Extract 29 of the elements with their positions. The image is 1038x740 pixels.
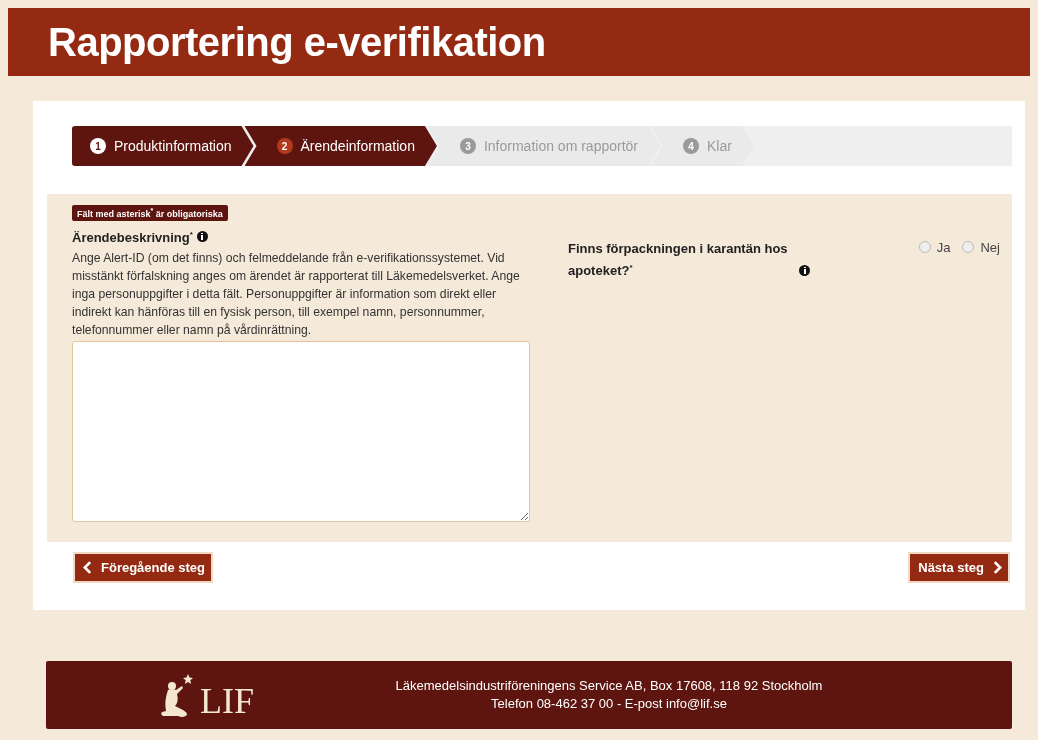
question-label: Finns förpackningen i karantän hos apoteket?$^{*}$ bbox=[568, 240, 789, 281]
step-number-badge: 2 bbox=[276, 138, 293, 154]
step-number-badge: 1 bbox=[90, 138, 106, 154]
footer-address: Läkemedelsindustriföreningens Service AB, Box 17608, 118 92 Stockholm bbox=[395, 677, 823, 695]
radio-label[interactable]: Nej bbox=[980, 239, 1000, 255]
logo-text: LIF bbox=[200, 684, 254, 718]
step-number-badge: 4 bbox=[683, 138, 699, 154]
previous-step-button[interactable]: Föregående steg bbox=[73, 552, 214, 583]
description-field[interactable] bbox=[72, 341, 530, 522]
next-step-button[interactable]: Nästa steg bbox=[908, 552, 1010, 583]
step-label: Information om rapportör bbox=[483, 138, 638, 154]
radio-button[interactable] bbox=[918, 241, 931, 253]
info-icon[interactable] bbox=[196, 231, 208, 243]
info-icon[interactable] bbox=[799, 265, 810, 277]
step-number-badge: 3 bbox=[459, 138, 476, 154]
required-fields-note: Fält med asterisk$^{*}$ är obligatoriska bbox=[72, 205, 228, 221]
field-help-text: Ange Alert-ID (om det finns) och felmeddelande från e-verifikationssystemet. Vid misstänkt förfalskning anges om ärendet är rapporterat till Läkemedelsverket. Ange inga personuppgifter i detta fält. Personuppgifter är information som direkt eller indirekt kan hänföras till en fysisk person, till exempel namn, personnummer, telefonnummer eller namn på vårdinrättning. bbox=[72, 250, 521, 340]
field-label: Ärendebeskrivning$^{*}$ bbox=[72, 230, 193, 246]
radio-button[interactable] bbox=[962, 241, 975, 253]
chevron-right-icon bbox=[993, 561, 1002, 574]
step-tab[interactable]: 1 Produktinformation bbox=[72, 126, 254, 166]
step-tab[interactable]: 2 Ärendeinformation bbox=[244, 126, 437, 166]
page-title: Rapportering e-verifikation bbox=[48, 19, 546, 65]
step-label: Klar bbox=[707, 138, 732, 154]
step-label: Ärendeinformation bbox=[300, 138, 415, 154]
radio-label[interactable]: Ja bbox=[936, 239, 951, 255]
step-label: Produktinformation bbox=[114, 138, 232, 154]
footer-contact: Telefon 08-462 37 00 - E-post info@lif.se bbox=[491, 695, 727, 713]
chevron-left-icon bbox=[83, 561, 92, 574]
